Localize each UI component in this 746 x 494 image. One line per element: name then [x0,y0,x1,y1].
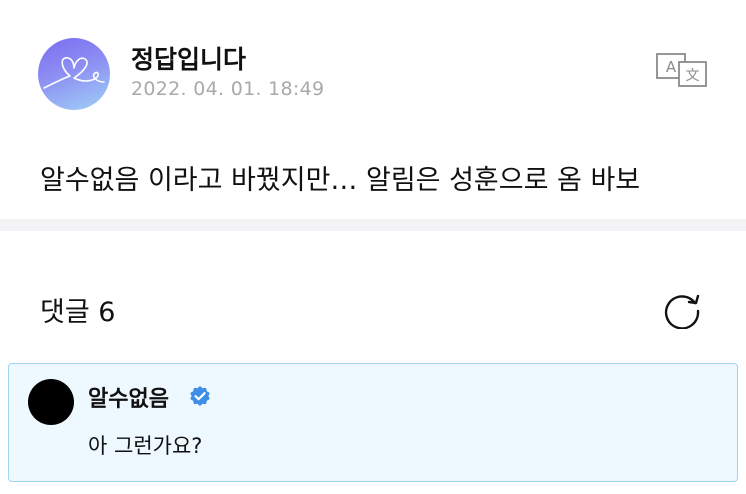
refresh-button[interactable] [662,289,702,330]
comment-author-avatar[interactable] [28,379,74,425]
refresh-icon [664,294,700,330]
section-divider [0,219,746,231]
post-body: 알수없음 이라고 바꿨지만… 알림은 성훈으로 옴 바보 [40,165,641,196]
translate-button[interactable]: A 文 [655,52,709,88]
author-name[interactable]: 정답입니다 [131,40,246,76]
post-header: 정답입니다 2022. 04. 01. 18:49 A 文 [0,0,746,140]
comment-author-name[interactable]: 알수없음 [88,381,169,413]
translate-icon: A 文 [656,53,707,87]
svg-text:文: 文 [686,68,700,84]
author-avatar[interactable] [38,38,110,110]
svg-text:A: A [666,58,677,76]
comment-item[interactable]: 알수없음 아 그런가요? [8,363,738,482]
comments-count-title: 댓글 6 [40,297,116,328]
verified-badge-icon [190,386,210,406]
post-timestamp: 2022. 04. 01. 18:49 [131,78,325,100]
comment-text: 아 그런가요? [88,434,203,458]
heart-doodle-icon [43,57,105,89]
